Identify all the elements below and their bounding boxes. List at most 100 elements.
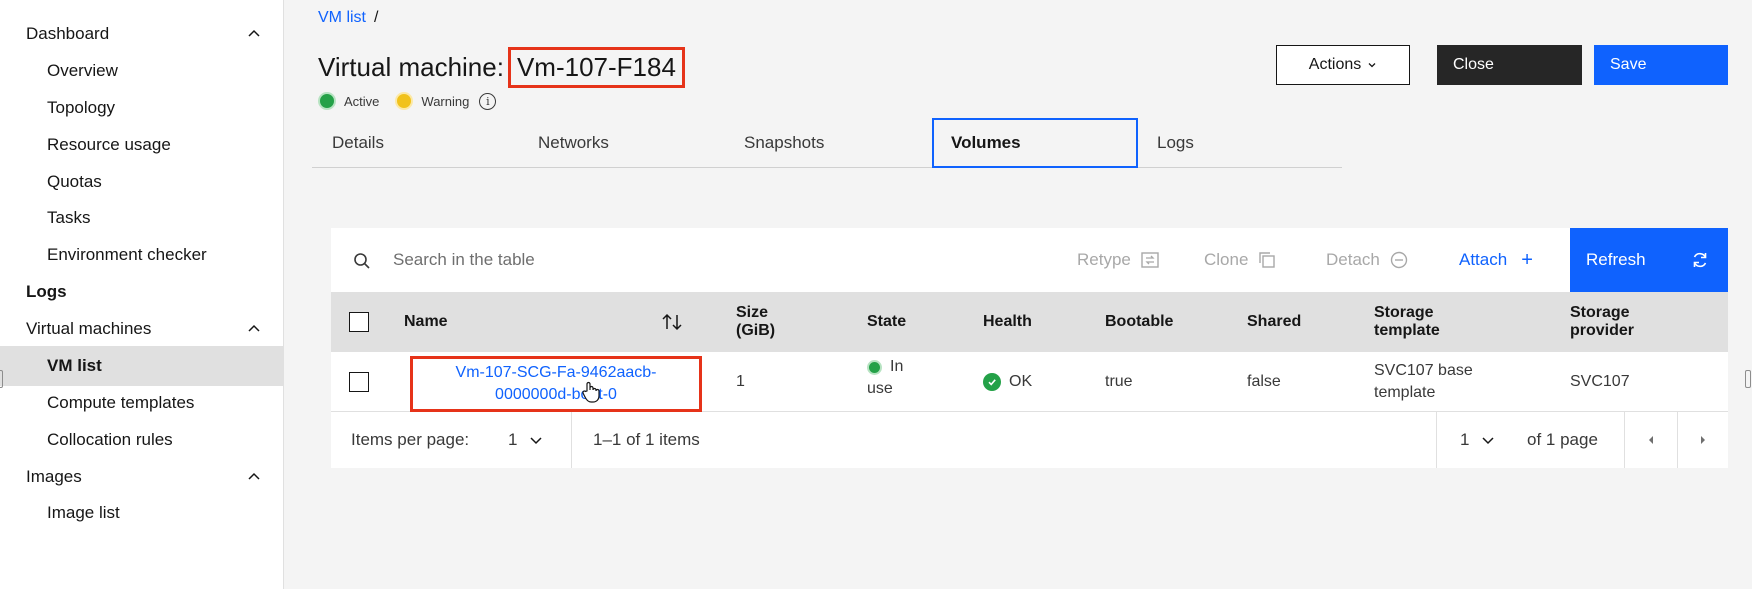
column-header-health[interactable]: Health	[983, 292, 1032, 352]
clone-label: Clone	[1204, 250, 1249, 269]
checkmark-icon	[983, 373, 1001, 391]
page-value: 1	[1460, 430, 1470, 449]
sidebar-section-dashboard[interactable]: Dashboard	[0, 14, 284, 54]
sidebar-item-label: Compute templates	[47, 393, 195, 412]
search-icon	[354, 253, 370, 269]
caret-left-icon	[1649, 436, 1653, 444]
info-icon[interactable]: i	[479, 92, 497, 110]
sidebar-item-tasks[interactable]: Tasks	[0, 198, 284, 238]
tab-volumes[interactable]: Volumes	[932, 118, 1138, 168]
storage-template-line: SVC107 base	[1374, 362, 1473, 379]
state-label: In	[890, 358, 904, 375]
column-header-shared[interactable]: Shared	[1247, 292, 1301, 352]
sidebar-item-label: Quotas	[47, 172, 102, 191]
status-warning-icon	[395, 92, 414, 110]
close-button-label: Close	[1453, 56, 1494, 73]
column-header-label: Health	[983, 313, 1032, 330]
chevron-down-icon	[530, 437, 542, 445]
breadcrumb-separator: /	[374, 9, 379, 26]
status-line: Active Warning i	[318, 92, 497, 110]
cell-health: OK	[983, 352, 1032, 412]
tab-logs[interactable]: Logs	[1157, 118, 1194, 168]
save-button[interactable]: Save	[1594, 45, 1728, 85]
sidebar-item-resource-usage[interactable]: Resource usage	[0, 125, 284, 165]
column-header-bootable[interactable]: Bootable	[1105, 292, 1173, 352]
column-header-label: Name	[404, 313, 448, 330]
pagination: Items per page: 1 1–1 of 1 items 1 of 1 …	[331, 412, 1728, 468]
actions-button[interactable]: Actions	[1276, 45, 1410, 85]
retype-button[interactable]: Retype	[1077, 228, 1159, 292]
breadcrumb: VM list /	[318, 9, 378, 27]
volume-name-link[interactable]: Vm-107-SCG-Fa-9462aacb- 0000000d-boot-0	[410, 356, 702, 412]
sidebar-item-label: Topology	[47, 98, 116, 117]
page-select[interactable]: 1	[1460, 412, 1495, 468]
select-all-checkbox[interactable]	[349, 312, 369, 332]
refresh-button[interactable]: Refresh	[1570, 228, 1728, 292]
column-header-label: template	[1374, 322, 1440, 339]
table-row[interactable]: Vm-107-SCG-Fa-9462aacb- 0000000d-boot-0 …	[331, 352, 1728, 412]
sidebar-section-images[interactable]: Images	[0, 457, 284, 497]
detach-button[interactable]: Detach	[1326, 228, 1408, 292]
sidebar-section-logs[interactable]: Logs	[0, 272, 284, 312]
cell-size: 1	[736, 373, 745, 390]
tab-networks[interactable]: Networks	[538, 118, 609, 168]
breadcrumb-link-vm-list[interactable]: VM list	[318, 9, 366, 27]
clone-button[interactable]: Clone	[1204, 228, 1276, 292]
chevron-up-icon	[248, 324, 260, 332]
column-header-state[interactable]: State	[867, 292, 906, 352]
prev-page-button[interactable]	[1625, 412, 1677, 468]
page-count: of 1 page	[1527, 430, 1598, 449]
status-active-label: Active	[344, 93, 380, 109]
search-input[interactable]	[393, 246, 1013, 274]
sidebar-item-topology[interactable]: Topology	[0, 88, 284, 128]
sidebar-item-label: Tasks	[47, 208, 91, 227]
status-active-icon	[318, 92, 336, 110]
sidebar-item-environment-checker[interactable]: Environment checker	[0, 235, 284, 275]
column-header-label: provider	[1570, 322, 1635, 339]
sidebar-item-compute-templates[interactable]: Compute templates	[0, 383, 284, 423]
column-header-storage-template[interactable]: Storage template	[1374, 292, 1440, 352]
sidebar-item-image-list[interactable]: Image list	[0, 493, 284, 533]
sidebar-item-label: Environment checker	[47, 245, 207, 264]
sidebar-item-quotas[interactable]: Quotas	[0, 162, 284, 202]
items-per-page-select[interactable]: 1	[508, 412, 543, 468]
sidebar-item-overview[interactable]: Overview	[0, 51, 284, 91]
cell-bootable: true	[1105, 373, 1133, 390]
sidebar-section-virtual-machines[interactable]: Virtual machines	[0, 309, 284, 349]
attach-button[interactable]: Attach +	[1459, 228, 1533, 292]
storage-template-line: template	[1374, 384, 1436, 401]
state-label: use	[867, 380, 893, 397]
actions-button-label: Actions	[1308, 56, 1362, 73]
sidebar-item-label: Image list	[47, 503, 120, 522]
page-title-prefix: Virtual machine:	[318, 52, 504, 82]
row-checkbox[interactable]	[349, 372, 369, 392]
detach-icon	[1390, 251, 1408, 269]
items-per-page-value: 1	[508, 430, 518, 449]
chevron-down-icon	[1482, 437, 1494, 445]
clone-icon	[1259, 252, 1276, 268]
table-header: Name Size (GiB) State Health Bootable Sh…	[331, 292, 1728, 352]
detach-label: Detach	[1326, 250, 1380, 269]
tab-snapshots[interactable]: Snapshots	[744, 118, 824, 168]
sidebar-item-label: Resource usage	[47, 135, 171, 154]
sidebar-item-label: VM list	[47, 356, 102, 375]
tab-details[interactable]: Details	[332, 118, 384, 168]
column-header-name[interactable]: Name	[404, 292, 694, 352]
divider	[571, 412, 572, 468]
close-button[interactable]: Close	[1437, 45, 1582, 85]
column-header-label: Bootable	[1105, 313, 1174, 330]
divider	[1436, 412, 1437, 468]
resize-handle-left[interactable]	[0, 370, 3, 388]
sidebar-section-label: Virtual machines	[26, 319, 152, 338]
state-in-use-icon	[867, 359, 882, 375]
retype-icon	[1141, 252, 1159, 268]
column-header-label: (GiB)	[736, 322, 776, 339]
column-header-size[interactable]: Size (GiB)	[736, 292, 775, 352]
next-page-button[interactable]	[1678, 412, 1728, 468]
sidebar-section-label: Images	[26, 467, 82, 486]
column-header-storage-provider[interactable]: Storage provider	[1570, 292, 1634, 352]
resize-handle-right[interactable]	[1745, 370, 1751, 388]
column-header-label: Shared	[1247, 313, 1302, 330]
sidebar-item-vm-list[interactable]: VM list	[0, 346, 284, 386]
sidebar-item-collocation-rules[interactable]: Collocation rules	[0, 420, 284, 460]
